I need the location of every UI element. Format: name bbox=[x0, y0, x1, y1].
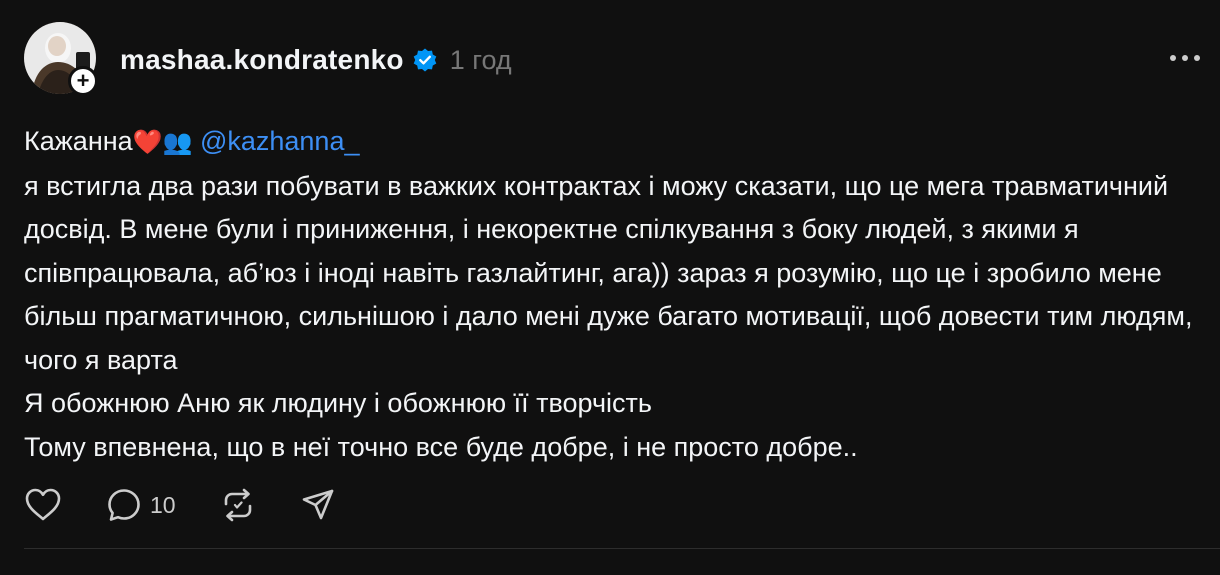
thread-post: + mashaa.kondratenko 1 год Кажанна❤️👥 @k… bbox=[0, 0, 1220, 575]
more-dot bbox=[1182, 55, 1188, 61]
avatar-container[interactable]: + bbox=[24, 22, 98, 96]
heart-icon bbox=[25, 488, 61, 521]
comment-button[interactable]: 10 bbox=[106, 487, 176, 523]
share-icon bbox=[302, 489, 333, 520]
username[interactable]: mashaa.kondratenko bbox=[120, 44, 404, 76]
comment-icon bbox=[108, 489, 140, 521]
like-button[interactable] bbox=[24, 487, 62, 523]
post-paragraph: Я обожнюю Аню як людину і обожнюю її тво… bbox=[24, 388, 652, 418]
mention-link[interactable]: @kazhanna_ bbox=[200, 126, 360, 156]
post-paragraph: Тому впевнена, що в неї точно все буде д… bbox=[24, 431, 858, 462]
comment-count: 10 bbox=[150, 491, 176, 518]
post-emoji: ❤️👥 bbox=[132, 129, 193, 156]
repost-button[interactable] bbox=[220, 487, 256, 523]
more-dot bbox=[1194, 55, 1200, 61]
post-line-1: Кажанна❤️👥 @kazhanna_ bbox=[24, 120, 1204, 165]
post-time[interactable]: 1 год bbox=[450, 45, 512, 76]
more-dot bbox=[1170, 55, 1176, 61]
post-paragraph: я встигла два рази побувати в важких кон… bbox=[24, 170, 1193, 375]
more-horizontal-icon[interactable] bbox=[1170, 48, 1200, 68]
share-button[interactable] bbox=[300, 487, 336, 523]
post-prefix: Кажанна bbox=[24, 126, 133, 156]
repost-icon bbox=[224, 488, 251, 522]
post-text: Кажанна❤️👥 @kazhanna_ я встигла два рази… bbox=[24, 120, 1204, 469]
verified-badge-icon bbox=[412, 47, 438, 73]
post-divider bbox=[24, 548, 1220, 549]
post-header: mashaa.kondratenko 1 год bbox=[120, 40, 512, 80]
follow-plus-icon[interactable]: + bbox=[68, 66, 98, 96]
action-bar: 10 bbox=[24, 485, 380, 525]
